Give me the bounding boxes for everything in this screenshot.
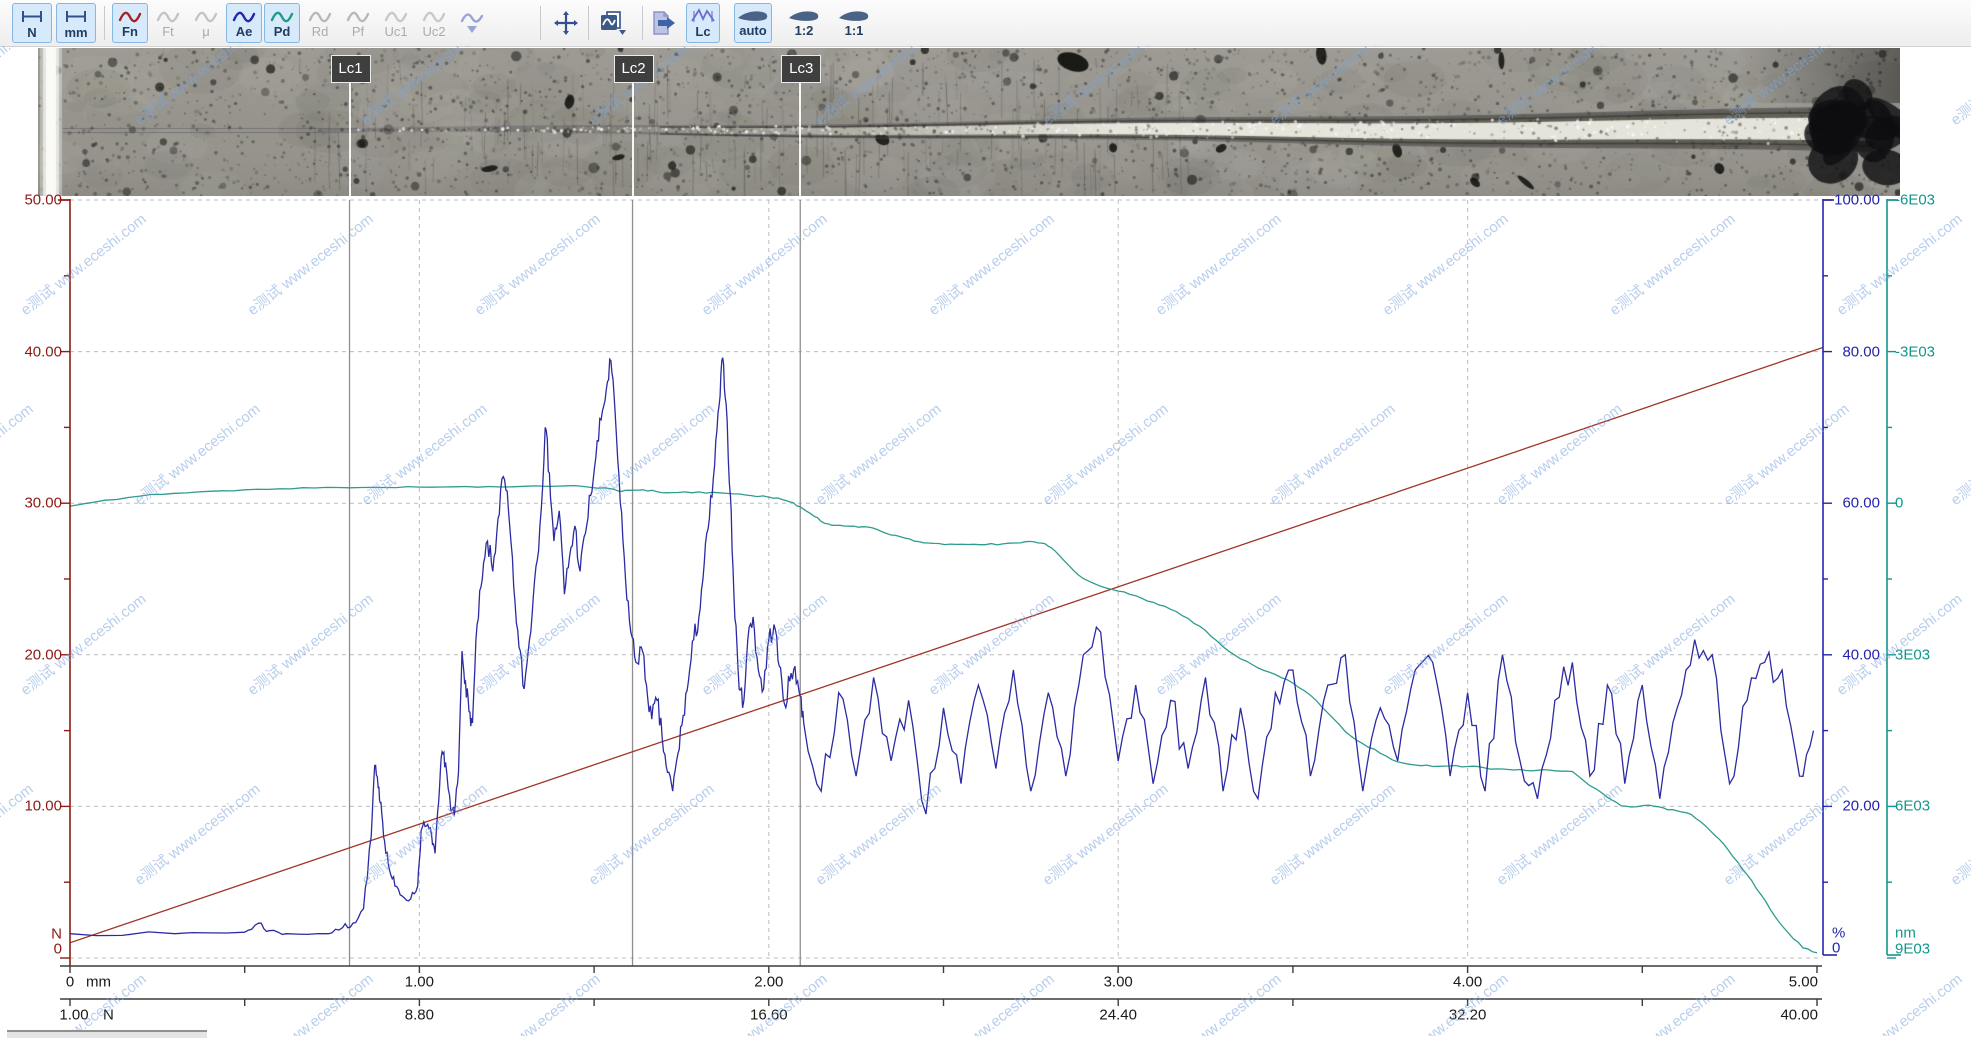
lc-marker-label-2[interactable]: Lc2 xyxy=(614,55,654,83)
series-pd-line xyxy=(70,486,1817,953)
x-n-unit: N xyxy=(103,1007,133,1024)
y-nm-tick: 0 xyxy=(1895,495,1965,512)
y-left-tick: 40.00 xyxy=(0,343,62,360)
lc-marker-label-3[interactable]: Lc3 xyxy=(781,55,821,83)
y-left-tick: 30.00 xyxy=(0,495,62,512)
lc-marker-line-1[interactable] xyxy=(349,83,351,196)
x-n-tick: 24.40 xyxy=(1088,1007,1148,1024)
x-n-tick: 8.80 xyxy=(389,1007,449,1024)
y-nm-tick: 3E03 xyxy=(1895,646,1965,663)
cutoff-window-artifact xyxy=(7,1030,207,1038)
x-n-tick: 32.20 xyxy=(1438,1007,1498,1024)
lc-marker-line-3[interactable] xyxy=(799,83,801,196)
x-mm-unit: mm xyxy=(86,974,126,991)
x-mm-tick: 3.00 xyxy=(1088,974,1148,991)
y-left-tick: 10.00 xyxy=(0,798,62,815)
x-n-tick: 16.60 xyxy=(739,1007,799,1024)
y-nm-tick: -3E03 xyxy=(1895,343,1965,360)
x-n-tick: 40.00 xyxy=(1764,1007,1818,1024)
y-pct-tick: 40.00 xyxy=(1830,646,1880,663)
x-n-first: 1.00 xyxy=(44,1007,104,1024)
y-left-tick: 50.00 xyxy=(0,192,62,209)
lc-marker-line-2[interactable] xyxy=(632,83,634,196)
y-pct-tick: 20.00 xyxy=(1830,798,1880,815)
x-mm-tick: 4.00 xyxy=(1438,974,1498,991)
x-mm-tick: 5.00 xyxy=(1768,974,1818,991)
y-nm-unit: nm xyxy=(1895,925,1965,942)
y-left-min: 0 xyxy=(0,941,62,958)
lc-marker-label-1[interactable]: Lc1 xyxy=(331,55,371,83)
y-pct-min: 0 xyxy=(1832,940,1882,957)
y-left-tick: 20.00 xyxy=(0,646,62,663)
y-pct-tick: 100.00 xyxy=(1830,192,1880,209)
y-pct-tick: 80.00 xyxy=(1830,343,1880,360)
x-mm-tick: 1.00 xyxy=(389,974,449,991)
scratch-test-chart[interactable] xyxy=(0,0,1971,1036)
series-fn-line xyxy=(70,347,1824,943)
y-nm-tick: -6E03 xyxy=(1895,192,1965,209)
y-nm-tick: 6E03 xyxy=(1895,798,1965,815)
y-nm-max: 9E03 xyxy=(1895,941,1965,958)
y-pct-tick: 60.00 xyxy=(1830,495,1880,512)
x-mm-tick: 2.00 xyxy=(739,974,799,991)
